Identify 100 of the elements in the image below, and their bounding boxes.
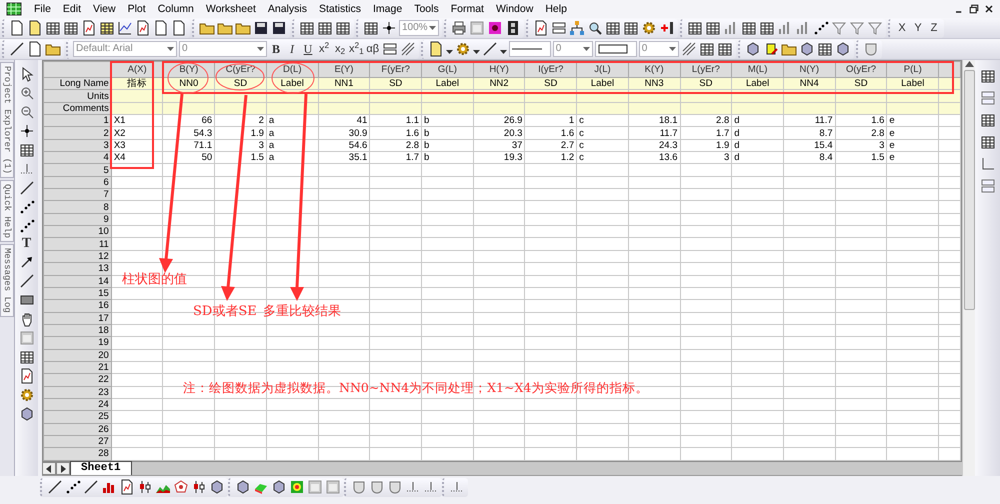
printer-icon[interactable] bbox=[451, 20, 467, 36]
contour-map-icon[interactable] bbox=[289, 479, 305, 495]
spreadsheet-icon[interactable] bbox=[6, 2, 22, 16]
side-panel-tab[interactable]: Messages Log bbox=[0, 244, 14, 317]
grid-icon[interactable] bbox=[698, 41, 715, 57]
next-sheet-button[interactable] bbox=[56, 462, 70, 475]
zoom-out-icon[interactable] bbox=[18, 104, 34, 120]
pentagon-icon[interactable] bbox=[173, 479, 189, 495]
format-button[interactable]: B bbox=[269, 42, 283, 56]
zoom-in-icon[interactable] bbox=[18, 85, 34, 101]
axis-button[interactable]: X bbox=[895, 21, 909, 35]
previous-sheet-button[interactable] bbox=[42, 462, 56, 475]
row-header[interactable]: Units bbox=[44, 90, 112, 102]
line-icon[interactable] bbox=[482, 41, 498, 57]
menu-item[interactable]: Statistics bbox=[312, 0, 367, 18]
menu-item[interactable]: Window bbox=[490, 0, 540, 18]
save-icon[interactable] bbox=[253, 20, 269, 36]
grid-icon[interactable] bbox=[605, 20, 621, 36]
line-style-dropdown[interactable] bbox=[508, 41, 551, 57]
gear-icon[interactable] bbox=[18, 387, 34, 403]
row-number[interactable]: 9 bbox=[44, 213, 112, 226]
menu-item[interactable]: Column bbox=[152, 0, 200, 18]
line-icon[interactable] bbox=[9, 41, 25, 57]
caret-icon[interactable] bbox=[257, 46, 264, 52]
hatch-pattern-icon[interactable] bbox=[400, 41, 416, 57]
axis-button[interactable]: Y bbox=[911, 21, 925, 35]
row-number[interactable]: 27 bbox=[44, 435, 112, 448]
candlestick-icon[interactable] bbox=[137, 479, 153, 495]
axis-button[interactable]: Z bbox=[927, 21, 941, 35]
row-number[interactable]: 11 bbox=[44, 238, 112, 250]
scatter-plot-icon[interactable] bbox=[65, 479, 81, 495]
menu-item[interactable]: File bbox=[28, 0, 57, 18]
hierarchy-icon[interactable] bbox=[569, 20, 585, 36]
grid-icon[interactable] bbox=[687, 20, 703, 36]
document-icon[interactable] bbox=[153, 20, 169, 36]
sheet-tab[interactable]: Sheet1 bbox=[70, 461, 132, 475]
crosshair-icon[interactable] bbox=[18, 123, 34, 139]
menu-item[interactable]: View bbox=[87, 0, 122, 18]
grid-icon[interactable] bbox=[623, 20, 639, 36]
document-icon[interactable] bbox=[428, 41, 444, 57]
grid-icon[interactable] bbox=[980, 68, 996, 84]
grid-icon[interactable] bbox=[317, 20, 333, 36]
font-dropdown[interactable]: Default: Arial bbox=[73, 41, 177, 57]
film-strip-icon[interactable] bbox=[505, 20, 521, 36]
filter-icon[interactable] bbox=[867, 20, 883, 36]
format-button[interactable]: αβ bbox=[366, 42, 380, 56]
row-header[interactable]: Long Name bbox=[44, 78, 112, 90]
side-panel-tab[interactable]: Project Explorer (1) bbox=[0, 62, 14, 178]
text-tool[interactable]: T bbox=[20, 237, 34, 251]
grid-icon[interactable] bbox=[99, 20, 115, 36]
row-number[interactable]: 3 bbox=[44, 139, 112, 152]
chart-document-icon[interactable] bbox=[18, 368, 34, 384]
grid-icon[interactable] bbox=[759, 20, 775, 36]
layers-icon[interactable] bbox=[980, 178, 996, 194]
menu-item[interactable]: Edit bbox=[56, 0, 88, 18]
row-number[interactable]: 21 bbox=[44, 361, 112, 374]
row-number[interactable]: 18 bbox=[44, 324, 112, 337]
caret-icon[interactable] bbox=[668, 46, 676, 52]
layers-icon[interactable] bbox=[980, 90, 996, 106]
border-style-dropdown[interactable] bbox=[594, 41, 637, 57]
row-number[interactable]: 14 bbox=[44, 275, 112, 288]
restore-icon[interactable] bbox=[968, 3, 980, 15]
row-number[interactable]: 5 bbox=[44, 164, 112, 176]
row-header[interactable]: Comments bbox=[44, 102, 112, 115]
caret-icon[interactable] bbox=[167, 46, 174, 52]
row-number[interactable]: 8 bbox=[44, 200, 112, 214]
row-number[interactable]: 23 bbox=[44, 386, 112, 398]
scatter-plot-icon[interactable] bbox=[18, 199, 34, 215]
row-number[interactable]: 12 bbox=[44, 250, 112, 263]
menu-item[interactable]: Tools bbox=[408, 0, 445, 18]
line-chart-icon[interactable] bbox=[117, 20, 133, 36]
grid-icon[interactable] bbox=[45, 20, 61, 36]
row-number[interactable]: 24 bbox=[44, 398, 112, 411]
hatch-pattern-icon[interactable] bbox=[680, 41, 697, 57]
grid-icon[interactable] bbox=[980, 134, 996, 150]
menu-item[interactable]: Plot bbox=[122, 0, 152, 18]
row-number[interactable]: 4 bbox=[44, 152, 112, 164]
menu-item[interactable]: Image bbox=[367, 0, 408, 18]
document-icon[interactable] bbox=[171, 20, 187, 36]
chart-document-icon[interactable] bbox=[533, 20, 549, 36]
scrollbar-thumb[interactable] bbox=[964, 70, 974, 310]
menu-item[interactable]: Help bbox=[539, 0, 573, 18]
add-column-icon[interactable] bbox=[659, 20, 675, 36]
scatter-plot-icon[interactable] bbox=[813, 20, 829, 36]
grid-icon[interactable] bbox=[705, 20, 721, 36]
side-panel-tab[interactable]: Quick Help bbox=[0, 180, 14, 242]
grid-icon[interactable] bbox=[980, 112, 996, 128]
row-number[interactable]: 22 bbox=[44, 374, 112, 386]
axes-icon[interactable] bbox=[980, 156, 996, 172]
menu-item[interactable]: Worksheet bbox=[200, 0, 262, 18]
gear-icon[interactable] bbox=[641, 20, 657, 36]
row-number[interactable]: 16 bbox=[44, 300, 112, 312]
grid-icon[interactable] bbox=[335, 20, 351, 36]
line-icon[interactable] bbox=[18, 180, 34, 196]
line-icon[interactable] bbox=[18, 273, 34, 289]
document-icon[interactable] bbox=[9, 20, 25, 36]
format-button[interactable]: x$^{2}$ bbox=[317, 42, 331, 56]
row-number[interactable]: 2 bbox=[44, 126, 112, 140]
row-number[interactable]: 20 bbox=[44, 349, 112, 362]
filter-icon[interactable] bbox=[849, 20, 865, 36]
